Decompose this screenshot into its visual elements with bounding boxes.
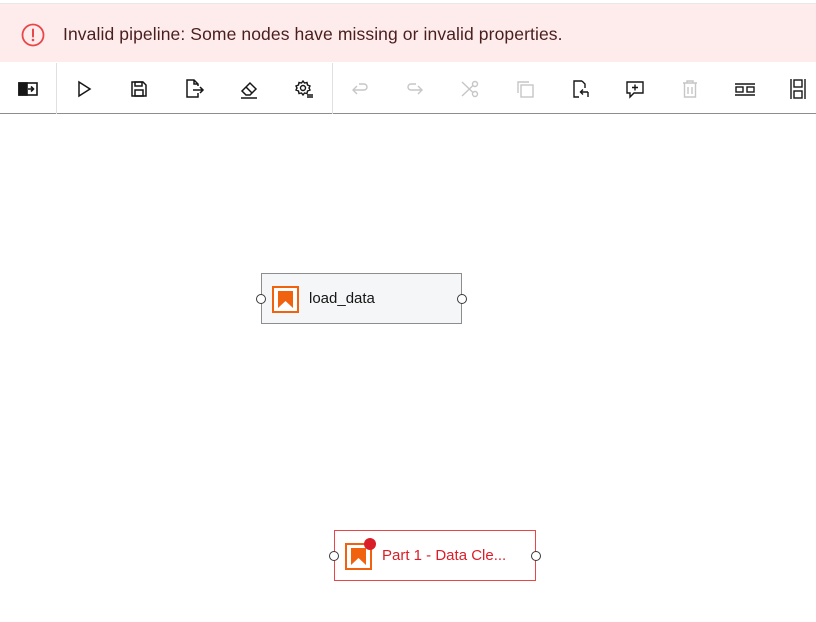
output-port[interactable] xyxy=(531,551,541,561)
copy-icon xyxy=(517,80,534,98)
output-port[interactable] xyxy=(457,294,467,304)
comment-add-icon xyxy=(626,80,644,99)
export-pipeline-button[interactable] xyxy=(167,63,221,114)
add-comment-button[interactable] xyxy=(608,63,662,114)
node-label: load_data xyxy=(309,290,375,307)
cut-button[interactable] xyxy=(443,63,497,114)
arrange-vertical-button[interactable] xyxy=(771,63,816,114)
undo-icon xyxy=(352,82,368,94)
undo-button[interactable] xyxy=(333,63,387,114)
delete-button[interactable] xyxy=(663,63,717,114)
paste-button[interactable] xyxy=(553,63,607,114)
arrange-horizontal-icon xyxy=(735,82,755,96)
input-port[interactable] xyxy=(256,294,266,304)
input-port[interactable] xyxy=(329,551,339,561)
run-pipeline-button[interactable] xyxy=(57,63,111,114)
pipeline-node-load-data[interactable]: load_data xyxy=(256,273,467,324)
panel-open-icon xyxy=(18,81,38,96)
trash-icon xyxy=(683,79,697,98)
save-icon xyxy=(131,80,147,97)
redo-icon xyxy=(407,82,423,94)
paste-icon xyxy=(573,79,589,98)
toggle-palette-button[interactable] xyxy=(1,63,55,114)
clear-pipeline-button[interactable] xyxy=(222,63,276,114)
pipeline-toolbar xyxy=(0,63,816,114)
arrange-vertical-icon xyxy=(790,78,806,99)
settings-icon xyxy=(295,79,313,98)
pipeline-node-data-cleaning[interactable]: Part 1 - Data Cle... xyxy=(329,530,541,581)
warning-circle-icon xyxy=(21,23,45,47)
error-message: Invalid pipeline: Some nodes have missin… xyxy=(63,24,563,44)
runtime-settings-button[interactable] xyxy=(277,63,331,114)
eraser-icon xyxy=(240,81,258,99)
error-banner: Invalid pipeline: Some nodes have missin… xyxy=(0,3,816,62)
play-icon xyxy=(78,80,92,97)
error-indicator-icon xyxy=(364,538,376,550)
copy-button[interactable] xyxy=(498,63,552,114)
save-pipeline-button[interactable] xyxy=(112,63,166,114)
node-label: Part 1 - Data Cle... xyxy=(382,547,507,564)
cut-icon xyxy=(461,80,479,97)
pipeline-canvas[interactable]: load_data Part 1 - Data Cle... xyxy=(0,114,816,622)
export-icon xyxy=(186,78,205,98)
redo-button[interactable] xyxy=(388,63,442,114)
arrange-horizontal-button[interactable] xyxy=(718,63,772,114)
notebook-icon xyxy=(272,286,299,313)
